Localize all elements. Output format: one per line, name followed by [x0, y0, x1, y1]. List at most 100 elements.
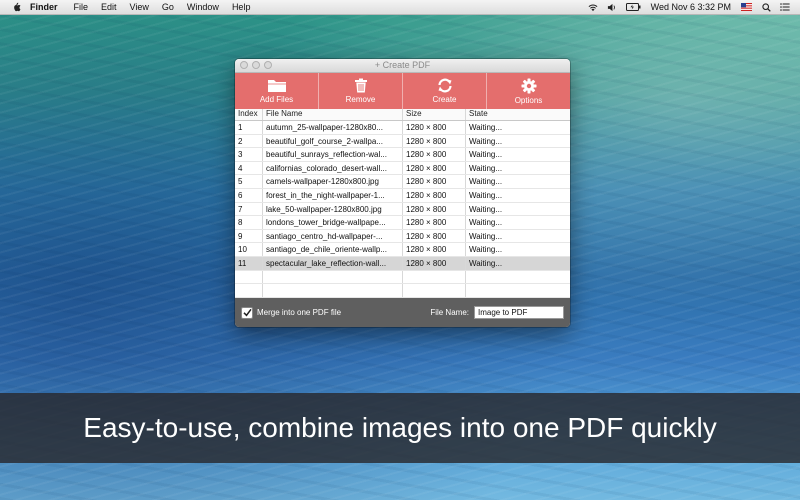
- us-flag-icon[interactable]: [740, 2, 752, 12]
- row-index: 8: [235, 216, 263, 229]
- row-state: Waiting...: [469, 136, 503, 146]
- empty-cell: [263, 270, 403, 284]
- menu-file[interactable]: File: [74, 2, 89, 12]
- row-state: Waiting...: [469, 231, 503, 241]
- spotlight-search-icon[interactable]: [761, 2, 771, 12]
- menu-help[interactable]: Help: [232, 2, 251, 12]
- banner-text: Easy-to-use, combine images into one PDF…: [83, 412, 717, 443]
- table-row[interactable]: 6 forest_in_the_night-wallpaper-1... 128…: [235, 188, 570, 203]
- menu-window[interactable]: Window: [187, 2, 219, 12]
- menu-view[interactable]: View: [130, 2, 149, 12]
- row-file-name: spectacular_lake_reflection-wall...: [263, 256, 403, 270]
- file-name-input[interactable]: [474, 306, 564, 319]
- create-pdf-window: + Create PDF Add Files Remove Create Opt…: [235, 59, 570, 327]
- row-index: 6: [235, 188, 263, 202]
- menu-go[interactable]: Go: [162, 2, 174, 12]
- options-button[interactable]: Options: [487, 73, 570, 109]
- row-state: Waiting...: [469, 123, 503, 132]
- row-index: 11: [235, 256, 263, 270]
- wifi-icon[interactable]: [588, 2, 598, 12]
- table-row[interactable]: 3 beautiful_sunrays_reflection-wal... 12…: [235, 148, 570, 162]
- table-row[interactable]: 7 lake_50-wallpaper-1280x800.jpg 1280 × …: [235, 202, 570, 217]
- row-state: Waiting...: [469, 245, 503, 255]
- clock[interactable]: Wed Nov 6 3:32 PM: [651, 2, 731, 12]
- row-size: 1280 × 800: [403, 202, 466, 216]
- create-label: Create: [432, 95, 457, 104]
- row-state: Waiting...: [469, 150, 503, 160]
- row-size: 1280 × 800: [403, 161, 466, 175]
- row-size: 1280 × 800: [403, 229, 466, 243]
- table-header: Index File Name Size State: [235, 109, 570, 121]
- row-index: 7: [235, 202, 263, 216]
- checkmark-icon: [242, 308, 252, 317]
- row-file-name: santiago_centro_hd-wallpaper-...: [263, 229, 403, 243]
- create-button[interactable]: Create: [403, 73, 487, 109]
- row-size: 1280 × 800: [403, 256, 466, 270]
- table-row[interactable]: 9 santiago_centro_hd-wallpaper-... 1280 …: [235, 229, 570, 244]
- trash-icon: [354, 78, 367, 93]
- row-size: 1280 × 800: [403, 243, 466, 256]
- table-row[interactable]: 2 beautiful_golf_course_2-wallpa... 1280…: [235, 134, 570, 149]
- status-area: Wed Nov 6 3:32 PM: [588, 2, 790, 12]
- row-file-name: lake_50-wallpaper-1280x800.jpg: [263, 202, 403, 216]
- column-header-state[interactable]: State: [466, 109, 570, 120]
- refresh-icon: [437, 78, 452, 93]
- column-header-size[interactable]: Size: [403, 109, 466, 120]
- column-header-file-name[interactable]: File Name: [263, 109, 403, 120]
- empty-row: [235, 284, 570, 298]
- add-files-button[interactable]: Add Files: [235, 73, 319, 109]
- title-bar[interactable]: + Create PDF: [235, 59, 570, 73]
- row-file-name: californias_colorado_desert-wall...: [263, 161, 403, 175]
- table-row-selected[interactable]: 11 spectacular_lake_reflection-wall... 1…: [235, 256, 570, 271]
- minimize-window-button[interactable]: [252, 61, 260, 69]
- table-row[interactable]: 4 californias_colorado_desert-wall... 12…: [235, 161, 570, 176]
- menu-app-finder[interactable]: Finder: [30, 2, 58, 12]
- volume-icon[interactable]: [607, 2, 617, 12]
- empty-cell: [403, 284, 466, 297]
- file-table: Index File Name Size State 1 autumn_25-w…: [235, 109, 570, 298]
- row-file-name: santiago_de_chile_oriente-wallp...: [263, 243, 403, 256]
- row-file-name: beautiful_sunrays_reflection-wal...: [263, 148, 403, 161]
- apple-icon[interactable]: [10, 1, 22, 13]
- table-row[interactable]: 8 londons_tower_bridge-wallpape... 1280 …: [235, 216, 570, 230]
- row-size: 1280 × 800: [403, 175, 466, 188]
- file-name-label: File Name:: [430, 308, 469, 317]
- table-row[interactable]: 10 santiago_de_chile_oriente-wallp... 12…: [235, 243, 570, 257]
- row-file-name: camels-wallpaper-1280x800.jpg: [263, 175, 403, 188]
- row-index: 5: [235, 175, 263, 188]
- options-label: Options: [514, 95, 543, 105]
- remove-button[interactable]: Remove: [319, 73, 403, 109]
- empty-cell: [466, 284, 570, 297]
- add-files-label: Add Files: [259, 95, 294, 104]
- battery-icon[interactable]: [626, 2, 642, 12]
- row-size: 1280 × 800: [403, 121, 466, 134]
- row-file-name: forest_in_the_night-wallpaper-1...: [263, 188, 403, 202]
- bottom-options-bar: Merge into one PDF file File Name:: [235, 298, 570, 327]
- remove-label: Remove: [345, 95, 376, 104]
- window-title: + Create PDF: [374, 60, 431, 70]
- row-state: Waiting...: [469, 218, 503, 228]
- merge-label[interactable]: Merge into one PDF file: [257, 308, 341, 317]
- table-row[interactable]: 5 camels-wallpaper-1280x800.jpg 1280 × 8…: [235, 175, 570, 189]
- row-index: 3: [235, 148, 263, 161]
- merge-checkbox[interactable]: [241, 306, 253, 319]
- row-size: 1280 × 800: [403, 216, 466, 229]
- folder-icon: [267, 80, 286, 92]
- row-file-name: autumn_25-wallpaper-1280x80...: [263, 121, 403, 134]
- row-index: 9: [235, 229, 263, 243]
- menu-edit[interactable]: Edit: [101, 2, 117, 12]
- row-state: Waiting...: [469, 190, 503, 200]
- row-size: 1280 × 800: [403, 134, 466, 148]
- empty-cell: [235, 284, 263, 297]
- column-header-index[interactable]: Index: [235, 109, 263, 120]
- zoom-window-button[interactable]: [264, 61, 272, 69]
- empty-cell: [235, 270, 263, 284]
- notification-list-icon[interactable]: [780, 2, 790, 12]
- empty-cell: [263, 284, 403, 297]
- row-index: 1: [235, 121, 263, 134]
- row-state: Waiting...: [469, 204, 503, 214]
- row-index: 10: [235, 243, 263, 256]
- close-window-button[interactable]: [240, 61, 248, 69]
- row-file-name: beautiful_golf_course_2-wallpa...: [263, 134, 403, 148]
- table-row[interactable]: 1 autumn_25-wallpaper-1280x80... 1280 × …: [235, 121, 570, 135]
